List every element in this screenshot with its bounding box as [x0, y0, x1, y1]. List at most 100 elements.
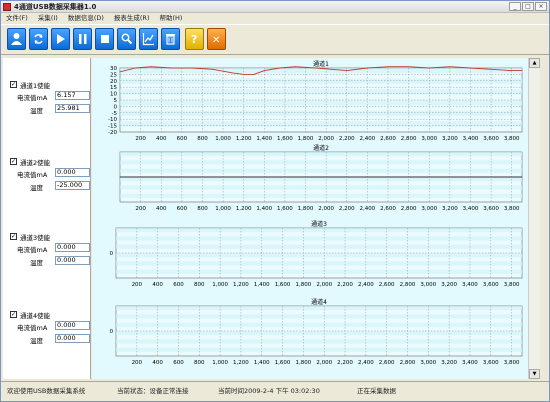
- x-tick-label: 1,600: [275, 360, 291, 366]
- x-tick-label: 3,400: [463, 206, 479, 212]
- chart-button[interactable]: [139, 28, 158, 50]
- help-button[interactable]: ?: [185, 28, 204, 50]
- channel-2-enable-checkbox[interactable]: ✓: [10, 158, 17, 165]
- x-tick-label: 1,200: [236, 206, 252, 212]
- channel-1-temp-field[interactable]: 25.981: [55, 104, 90, 113]
- svg-text:?: ?: [191, 33, 197, 46]
- plot-band: [116, 261, 522, 266]
- channel-2-temp-label: 温度: [30, 184, 43, 192]
- menu-data-info[interactable]: 数据信息(D): [63, 13, 109, 24]
- x-tick-label: 800: [194, 282, 205, 288]
- plot-band: [116, 236, 522, 241]
- y-tick-label: 15: [110, 85, 117, 91]
- x-tick-label: 400: [152, 282, 163, 288]
- channel-3-enable-checkbox[interactable]: ✓: [10, 233, 17, 240]
- menu-help[interactable]: 帮助(H): [154, 13, 187, 24]
- menu-acquire[interactable]: 采集(I): [33, 13, 63, 24]
- channel-3-current-label: 电流值mA: [17, 246, 48, 254]
- channel-2-chart: 200 400 600 800 1,000 1,200 1,400 1,600 1,800 2,0…: [92, 142, 528, 216]
- channel-4-temp-field[interactable]: 0.000: [55, 334, 90, 343]
- delete-button[interactable]: [161, 28, 180, 50]
- channel-1-current-field[interactable]: 6.157: [55, 91, 90, 100]
- play-button[interactable]: [51, 28, 70, 50]
- plot-band: [120, 152, 522, 157]
- channel-4-enable-checkbox[interactable]: ✓: [10, 311, 17, 318]
- scroll-up-arrow[interactable]: ▲: [529, 58, 540, 68]
- x-tick-label: 600: [177, 206, 188, 212]
- search-icon: [121, 33, 133, 45]
- chart-title: 通道3: [311, 220, 327, 228]
- y-tick-label: -15: [108, 124, 117, 130]
- chart-title: 通道1: [313, 60, 329, 68]
- channel-1-temp-label: 温度: [30, 107, 43, 115]
- delete-icon: [166, 34, 175, 45]
- data-point: [212, 68, 214, 70]
- x-tick-label: 3,800: [504, 282, 520, 288]
- x-tick-label: 3,600: [483, 282, 499, 288]
- app-window: 4通道USB数据采集器1.0 _ □ × 文件(F) 采集(I) 数据信息(D)…: [0, 0, 550, 402]
- channel-3-current-field[interactable]: 0.000: [55, 243, 90, 252]
- data-point: [366, 67, 368, 69]
- play-icon: [57, 34, 65, 44]
- channel-2-current-field[interactable]: 0.000: [55, 168, 90, 177]
- channel-1-enable-checkbox[interactable]: ✓: [10, 81, 17, 88]
- data-point: [150, 66, 152, 68]
- pause-button[interactable]: [73, 28, 92, 50]
- channel-2-temp-field[interactable]: -25.000: [55, 181, 90, 190]
- user-button[interactable]: [7, 28, 26, 50]
- scroll-down-arrow[interactable]: ▼: [529, 369, 540, 379]
- plot-band: [120, 78, 522, 84]
- channel-4-current-label: 电流值mA: [17, 324, 48, 332]
- menu-file[interactable]: 文件(F): [1, 13, 33, 24]
- channel-3-temp-field[interactable]: 0.000: [55, 256, 90, 265]
- search-button[interactable]: [117, 28, 136, 50]
- data-point: [253, 74, 255, 75]
- y-tick-label: -5: [112, 111, 118, 117]
- plot-band: [120, 185, 522, 190]
- x-tick-label: 2,600: [380, 206, 396, 212]
- x-tick-label: 1,000: [215, 206, 231, 212]
- plot-band: [116, 253, 522, 258]
- data-point: [294, 66, 296, 68]
- x-tick-label: 2,400: [358, 282, 374, 288]
- title-bar: 4通道USB数据采集器1.0 _ □ ×: [1, 1, 549, 13]
- y-tick-label: 20: [110, 79, 117, 85]
- vertical-scrollbar[interactable]: ▲ ▼: [528, 58, 540, 379]
- x-tick-label: 2,800: [400, 282, 416, 288]
- menu-bar: 文件(F) 采集(I) 数据信息(D) 报表生成(R) 帮助(H): [1, 13, 549, 24]
- channel-4-controls: ✓ 通道4使能 电流值mA 0.000 温度 0.000: [3, 308, 91, 348]
- close-window-button[interactable]: ×: [535, 2, 547, 11]
- data-point: [315, 67, 317, 69]
- data-point: [279, 67, 281, 69]
- x-tick-label: 200: [135, 206, 146, 212]
- maximize-button[interactable]: □: [522, 2, 534, 11]
- data-point: [135, 67, 136, 69]
- status-bar: 欢迎使用USB数据采集系统 当前状态：设备正常连接 当前时间2009-2-4 下…: [1, 381, 549, 395]
- plot-band: [116, 306, 522, 311]
- x-tick-label: 3,400: [462, 282, 478, 288]
- x-tick-label: 1,600: [277, 206, 293, 212]
- x-tick-label: 2,400: [360, 206, 376, 212]
- plot-band: [116, 228, 522, 233]
- close-icon: ✕: [212, 35, 220, 46]
- chart-icon: [142, 33, 154, 46]
- channel-1-controls: ✓ 通道1使能 电流值mA 6.157 温度 25.981: [3, 78, 91, 118]
- x-tick-label: 1,000: [212, 360, 228, 366]
- x-tick-label: 1,000: [212, 282, 228, 288]
- data-point: [243, 74, 245, 75]
- x-tick-label: 800: [197, 206, 208, 212]
- data-point: [263, 70, 265, 71]
- channel-4-current-field[interactable]: 0.000: [55, 321, 90, 330]
- channel-4-chart-svg: 200 400 600 800 1,000 1,200 1,400 1,600 1,800 2,0…: [110, 298, 523, 366]
- data-point: [119, 71, 121, 73]
- plot-band: [120, 89, 522, 95]
- refresh-button[interactable]: [29, 28, 48, 50]
- minimize-button[interactable]: _: [509, 2, 521, 11]
- exit-button[interactable]: ✕: [207, 28, 226, 50]
- help-icon: ?: [191, 33, 197, 46]
- menu-report[interactable]: 报表生成(R): [109, 13, 155, 24]
- stop-button[interactable]: [95, 28, 114, 50]
- refresh-icon: [34, 34, 43, 44]
- x-tick-label: 400: [152, 360, 163, 366]
- toolbar: ? ✕: [1, 24, 549, 55]
